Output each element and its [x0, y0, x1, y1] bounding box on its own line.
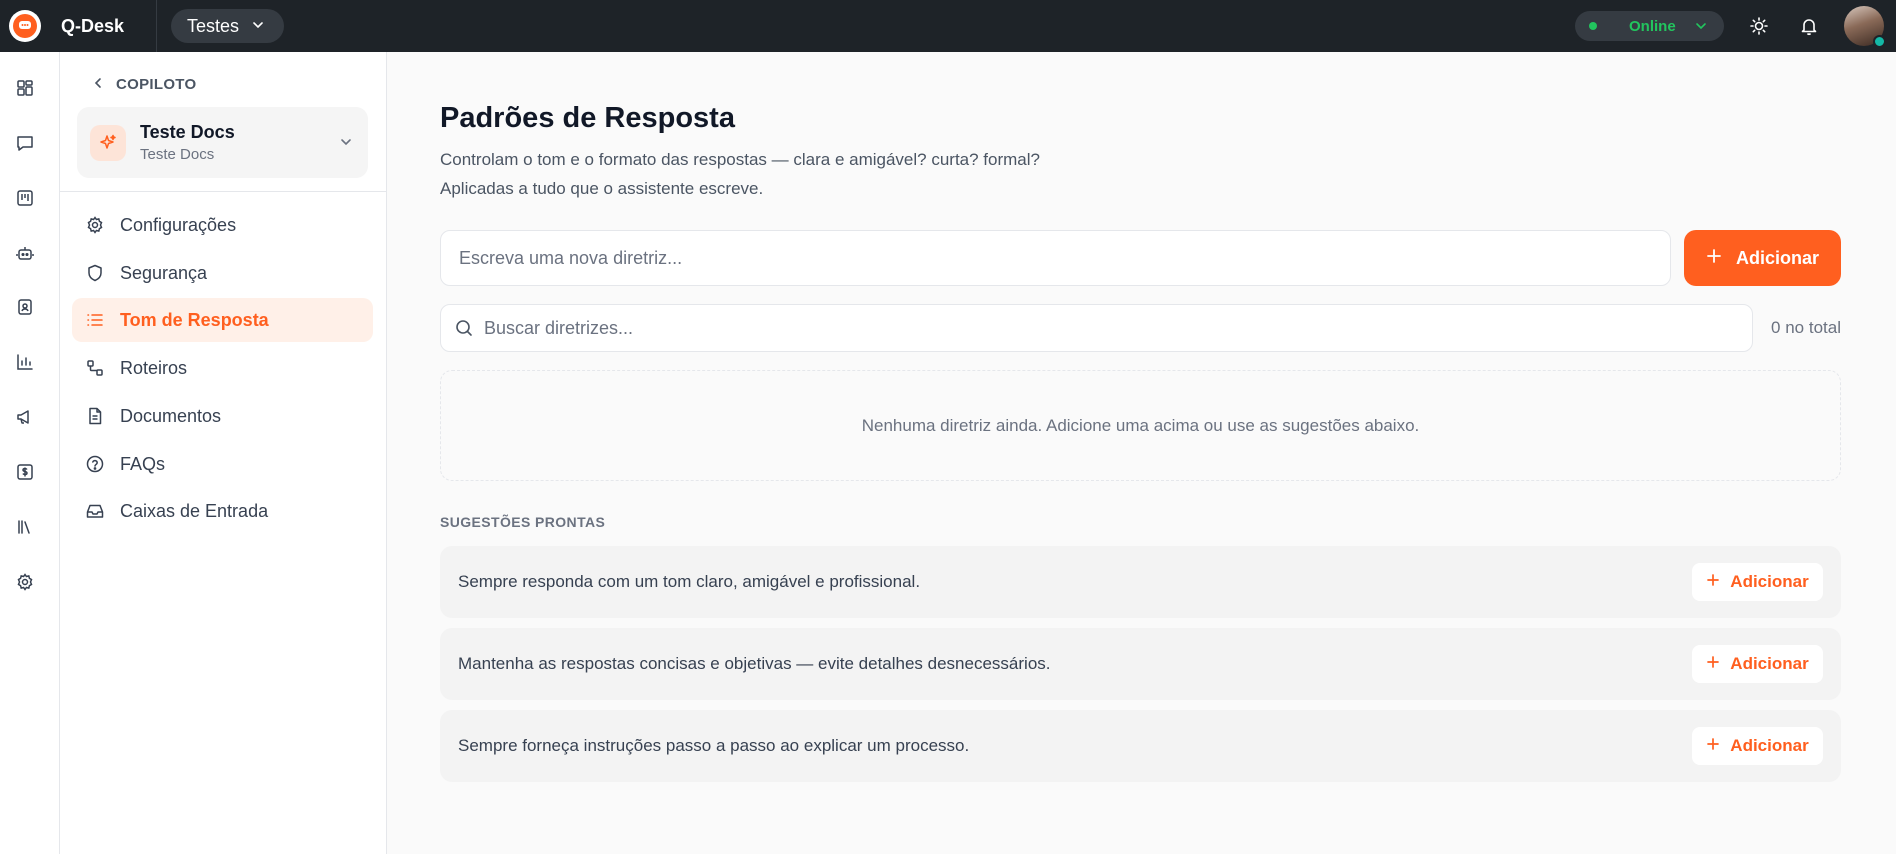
chevron-down-icon	[1694, 19, 1708, 33]
list-icon	[84, 309, 106, 331]
document-icon	[84, 405, 106, 427]
plus-icon	[1706, 572, 1720, 592]
chat-icon[interactable]	[13, 131, 37, 155]
back-label: COPILOTO	[116, 76, 197, 93]
sidebar-item-tom-de-resposta[interactable]: Tom de Resposta	[72, 298, 373, 342]
sidebar-item-roteiros[interactable]: Roteiros	[72, 346, 373, 390]
sidebar-item-label: Roteiros	[120, 357, 188, 378]
app-name: Q-Desk	[61, 15, 125, 36]
online-indicator	[1873, 35, 1886, 48]
sidebar-item-faqs[interactable]: FAQs	[72, 442, 373, 486]
plus-icon	[1706, 654, 1720, 674]
notifications-bell-icon[interactable]	[1794, 11, 1824, 41]
sidebar-item-label: Tom de Resposta	[120, 309, 269, 330]
shield-icon	[84, 262, 106, 284]
search-box	[440, 304, 1753, 352]
empty-state-message: Nenhuma diretriz ainda. Adicione uma aci…	[861, 415, 1420, 435]
sidebar-divider	[60, 191, 386, 192]
gear-icon	[84, 214, 106, 236]
contacts-icon[interactable]	[13, 295, 37, 319]
library-icon[interactable]	[13, 515, 37, 539]
suggestion-button-label: Adicionar	[1730, 736, 1809, 755]
plus-icon	[1706, 248, 1722, 269]
workspace-select[interactable]: Testes	[171, 9, 285, 43]
add-suggestion-button[interactable]: Adicionar	[1692, 563, 1823, 601]
status-dot-icon	[1589, 22, 1597, 30]
sidebar-item-configuracoes[interactable]: Configurações	[72, 203, 373, 247]
suggestion-text: Sempre forneça instruções passo a passo …	[458, 736, 970, 755]
top-bar: Q-Desk Testes Online	[0, 0, 1896, 52]
help-circle-icon	[84, 453, 106, 475]
add-button-label: Adicionar	[1735, 247, 1819, 268]
reports-icon[interactable]	[13, 350, 37, 374]
search-icon	[454, 318, 474, 338]
sidebar-item-label: Caixas de Entrada	[120, 500, 269, 521]
copilot-sidebar: COPILOTO Teste Docs Teste Docs Configura…	[60, 52, 387, 854]
empty-state: Nenhuma diretriz ainda. Adicione uma aci…	[440, 370, 1841, 481]
search-input[interactable]	[484, 306, 1744, 350]
sidebar-item-label: Segurança	[120, 262, 208, 283]
suggestion-text: Mantenha as respostas concisas e objetiv…	[458, 654, 1051, 673]
user-avatar[interactable]	[1844, 6, 1886, 48]
suggestion-button-label: Adicionar	[1730, 654, 1809, 673]
campaigns-icon[interactable]	[13, 405, 37, 429]
billing-icon[interactable]	[13, 460, 37, 484]
bot-selector[interactable]: Teste Docs Teste Docs	[77, 107, 368, 178]
sidebar-item-caixas-de-entrada[interactable]: Caixas de Entrada	[72, 489, 373, 533]
page-title: Padrões de Resposta	[440, 102, 735, 134]
page-description-line-2: Aplicadas a tudo que o assistente escrev…	[440, 179, 764, 198]
bot-name: Teste Docs	[140, 122, 235, 142]
suggestion-item: Sempre forneça instruções passo a passo …	[440, 710, 1841, 782]
settings-icon[interactable]	[13, 570, 37, 594]
kanban-icon[interactable]	[13, 186, 37, 210]
bot-subtitle: Teste Docs	[140, 146, 215, 163]
new-guideline-input[interactable]	[440, 230, 1671, 286]
sidebar-item-label: Configurações	[120, 214, 237, 235]
topbar-divider	[156, 0, 158, 52]
logo-chat-icon	[13, 14, 37, 38]
sidebar-item-seguranca[interactable]: Segurança	[72, 251, 373, 295]
total-count: 0 no total	[1771, 318, 1841, 337]
sidebar-item-label: FAQs	[120, 453, 166, 474]
status-label: Online	[1629, 17, 1676, 35]
status-select[interactable]: Online	[1575, 11, 1724, 41]
sparkles-icon	[90, 124, 126, 161]
chevron-left-icon	[92, 76, 104, 93]
chevron-down-icon	[251, 16, 265, 37]
inbox-icon	[84, 500, 106, 522]
route-icon	[84, 357, 106, 379]
add-suggestion-button[interactable]: Adicionar	[1692, 645, 1823, 683]
suggestion-item: Mantenha as respostas concisas e objetiv…	[440, 628, 1841, 700]
theme-toggle-sun-icon[interactable]	[1744, 11, 1774, 41]
add-guideline-button[interactable]: Adicionar	[1684, 230, 1841, 286]
back-to-copilot-link[interactable]: COPILOTO	[92, 76, 196, 93]
app-logo[interactable]	[9, 10, 41, 42]
page-description-line-1: Controlam o tom e o formato das resposta…	[440, 150, 1040, 169]
suggestions-heading: SUGESTÕES PRONTAS	[440, 514, 606, 530]
add-suggestion-button[interactable]: Adicionar	[1692, 727, 1823, 765]
suggestion-button-label: Adicionar	[1730, 572, 1809, 591]
bot-icon[interactable]	[13, 241, 37, 265]
sidebar-item-label: Documentos	[120, 405, 222, 426]
suggestion-item: Sempre responda com um tom claro, amigáv…	[440, 546, 1841, 618]
sidebar-item-documentos[interactable]: Documentos	[72, 394, 373, 438]
dashboard-icon[interactable]	[13, 76, 37, 100]
workspace-label: Testes	[187, 15, 240, 36]
plus-icon	[1706, 736, 1720, 756]
suggestion-text: Sempre responda com um tom claro, amigáv…	[458, 572, 921, 591]
icon-rail	[0, 52, 60, 854]
chevron-down-icon	[338, 134, 354, 155]
